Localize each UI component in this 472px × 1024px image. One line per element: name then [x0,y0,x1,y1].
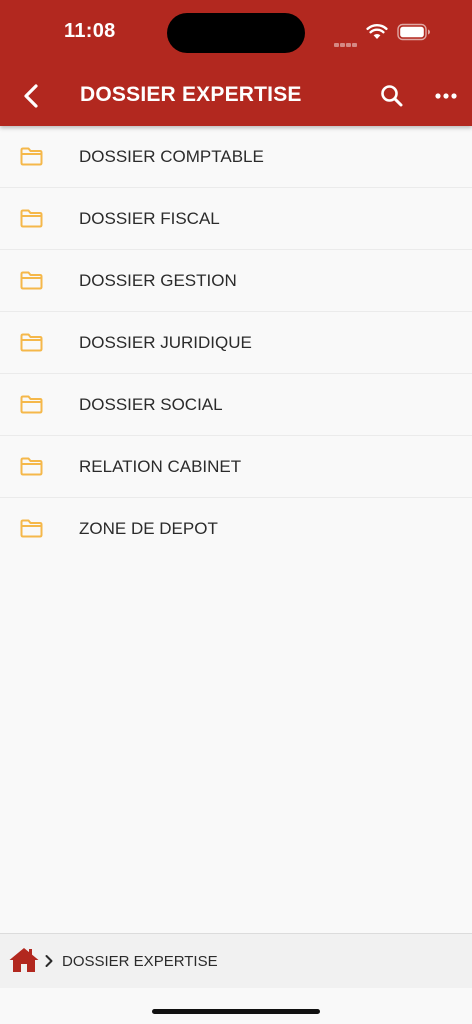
folder-list: DOSSIER COMPTABLE DOSSIER FISCAL DOSSIER… [0,126,472,559]
bottom-safe-area [0,988,472,1024]
folder-item-relation-cabinet[interactable]: RELATION CABINET [0,436,472,498]
folder-label: RELATION CABINET [79,457,242,476]
app-header: 11:08 DOSSIER EXPERTISE [0,0,472,126]
folder-icon [20,457,43,476]
more-options-icon[interactable] [432,82,460,110]
folder-icon [20,147,43,166]
folder-item-zone-de-depot[interactable]: ZONE DE DEPOT [0,498,472,559]
page-title: DOSSIER EXPERTISE [80,83,302,106]
folder-item-dossier-fiscal[interactable]: DOSSIER FISCAL [0,188,472,250]
chevron-right-icon [45,955,53,967]
home-indicator[interactable] [152,1009,320,1014]
breadcrumb-current[interactable]: DOSSIER EXPERTISE [62,953,218,970]
folder-icon [20,271,43,290]
folder-label: DOSSIER SOCIAL [79,395,223,414]
folder-label: DOSSIER JURIDIQUE [79,333,252,352]
folder-item-dossier-social[interactable]: DOSSIER SOCIAL [0,374,472,436]
folder-icon [20,333,43,352]
folder-icon [20,209,43,228]
home-icon[interactable] [8,946,40,974]
back-button[interactable] [16,80,48,112]
battery-icon [397,23,430,41]
folder-label: DOSSIER GESTION [79,271,237,290]
search-icon[interactable] [378,82,406,110]
folder-item-dossier-comptable[interactable]: DOSSIER COMPTABLE [0,126,472,188]
cellular-signal-icon [334,34,358,52]
dynamic-island [167,13,305,53]
folder-label: ZONE DE DEPOT [79,519,218,538]
folder-icon [20,395,43,414]
status-time: 11:08 [64,20,116,42]
folder-label: DOSSIER FISCAL [79,209,220,228]
folder-item-dossier-gestion[interactable]: DOSSIER GESTION [0,250,472,312]
folder-item-dossier-juridique[interactable]: DOSSIER JURIDIQUE [0,312,472,374]
folder-label: DOSSIER COMPTABLE [79,147,264,166]
wifi-icon [366,24,388,39]
breadcrumb: DOSSIER EXPERTISE [0,933,472,988]
folder-icon [20,519,43,538]
